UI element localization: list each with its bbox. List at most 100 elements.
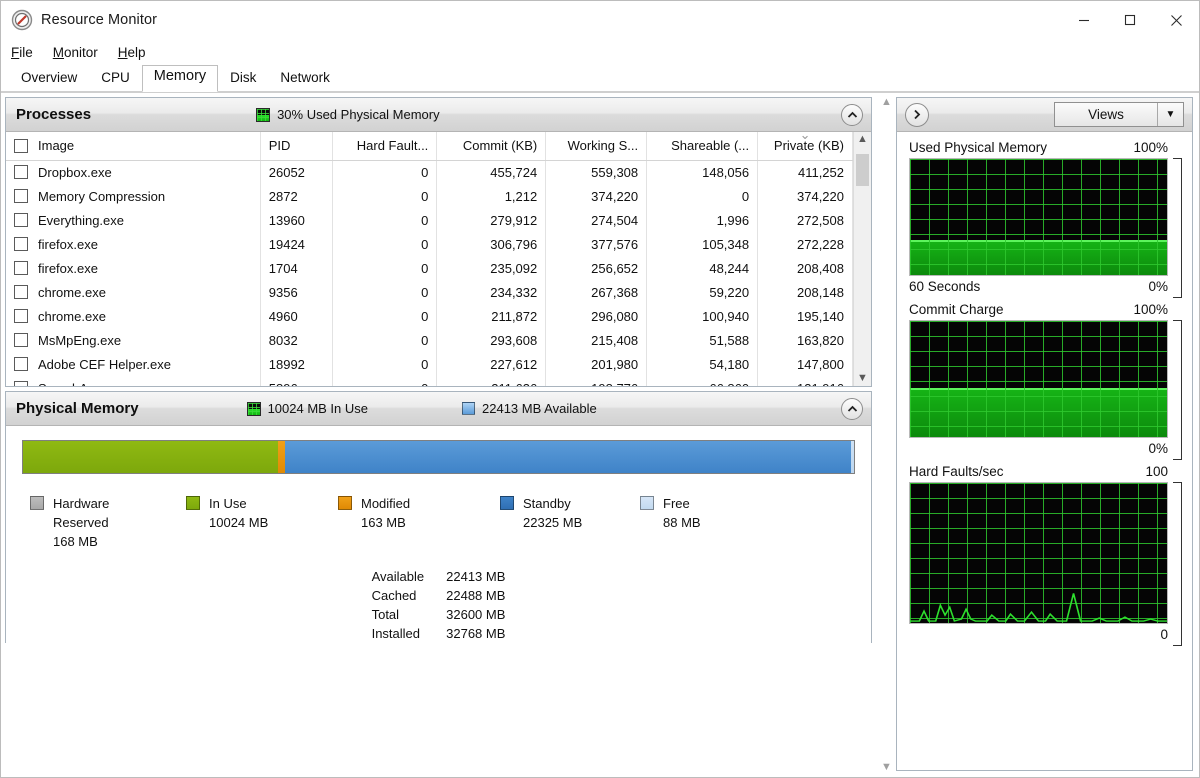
close-button[interactable]	[1153, 1, 1199, 39]
summary-row: Available 22413 MB	[372, 567, 506, 586]
processes-panel-header[interactable]: Processes 30% Used Physical Memory	[6, 98, 871, 132]
cell-hard-faults: 0	[332, 376, 438, 386]
graph-min-hard-faults: 0	[1160, 627, 1168, 642]
legend-label-hardware-line2: Reserved	[53, 515, 109, 530]
chevron-down-icon[interactable]: ▼	[857, 373, 868, 384]
available-stat: 22413 MB Available	[462, 401, 597, 416]
standby-swatch-icon	[500, 496, 514, 510]
cell-commit: 211,636	[436, 376, 547, 386]
column-label-image: Image	[38, 138, 75, 154]
table-row[interactable]: Dropbox.exe 26052 0 455,724 559,308 148,056 41…	[6, 160, 853, 184]
process-name: Adobe CEF Helper.exe	[38, 356, 171, 372]
graph-max-hard-faults: 100	[1145, 464, 1168, 479]
table-row[interactable]: firefox.exe 19424 0 306,796 377,576 105,348 27…	[6, 232, 853, 256]
chevron-up-icon[interactable]: ▲	[857, 134, 868, 145]
cell-commit: 234,332	[436, 280, 547, 304]
chevron-up-icon[interactable]	[841, 103, 863, 126]
cell-image: chrome.exe	[6, 304, 261, 328]
column-header-commit[interactable]: Commit (KB)	[436, 132, 547, 161]
minimize-button[interactable]	[1061, 1, 1107, 39]
process-name: Everything.exe	[38, 212, 124, 228]
legend-label-hardware-line1: Hardware	[53, 496, 110, 511]
column-header-image[interactable]: Image	[6, 132, 261, 161]
tab-network[interactable]: Network	[268, 65, 342, 92]
menu-bar: File Monitor Help	[1, 39, 1199, 65]
table-row[interactable]: firefox.exe 1704 0 235,092 256,652 48,244 208,…	[6, 256, 853, 280]
summary-key: Installed	[371, 626, 421, 641]
select-all-checkbox[interactable]	[14, 138, 28, 153]
chevron-down-icon[interactable]: ▼	[881, 762, 892, 773]
menu-help[interactable]: Help	[118, 45, 146, 60]
cell-hard-faults: 0	[332, 304, 438, 328]
cell-commit: 211,872	[436, 304, 547, 328]
summary-key: Cached	[371, 588, 417, 603]
tab-overview[interactable]: Overview	[9, 65, 89, 92]
graph-max-used-physical-memory: 100%	[1133, 140, 1168, 155]
row-checkbox[interactable]	[14, 189, 28, 203]
table-row[interactable]: Everything.exe 13960 0 279,912 274,504 1,996 2…	[6, 208, 853, 232]
row-checkbox[interactable]	[14, 333, 28, 347]
cell-commit: 227,612	[436, 352, 547, 376]
cell-hard-faults: 0	[332, 280, 438, 304]
chevron-up-icon[interactable]	[841, 397, 863, 420]
processes-table: Image PID Hard Fault... Commit (KB) Work…	[6, 132, 853, 386]
table-row[interactable]: chrome.exe 4960 0 211,872 296,080 100,940 195,…	[6, 304, 853, 328]
window-controls	[1061, 1, 1199, 39]
memory-segment-standby	[284, 441, 852, 473]
cell-pid: 8032	[260, 328, 334, 352]
cell-pid: 19424	[260, 232, 334, 256]
cell-shareable: 51,588	[646, 328, 759, 352]
chevron-right-icon[interactable]	[905, 102, 929, 127]
menu-file[interactable]: File	[11, 45, 33, 60]
cell-private: 195,140	[757, 304, 853, 328]
cell-commit: 235,092	[436, 256, 547, 280]
menu-monitor[interactable]: Monitor	[53, 45, 98, 60]
cell-private: 208,408	[757, 256, 853, 280]
tab-disk[interactable]: Disk	[218, 65, 268, 92]
table-row[interactable]: chrome.exe 9356 0 234,332 267,368 59,220 208,1…	[6, 280, 853, 304]
column-header-private[interactable]: Private (KB)	[757, 132, 853, 161]
chevron-down-icon[interactable]: ▼	[1157, 103, 1183, 126]
table-row[interactable]: Memory Compression 2872 0 1,212 374,220 0 374,…	[6, 184, 853, 208]
graph-title-hard-faults: Hard Faults/sec	[909, 464, 1004, 479]
row-checkbox[interactable]	[14, 309, 28, 323]
table-row[interactable]: Adobe CEF Helper.exe 18992 0 227,612 201,980…	[6, 352, 853, 376]
column-header-working-set[interactable]: Working S...	[545, 132, 648, 161]
column-header-pid[interactable]: PID	[260, 132, 334, 161]
tab-cpu[interactable]: CPU	[89, 65, 142, 92]
views-button[interactable]: Views ▼	[1054, 102, 1184, 127]
table-row[interactable]: SearchApp.exe 58960211,636198,77666,86013…	[6, 376, 853, 386]
legend-label-free: Free	[663, 496, 690, 511]
table-row[interactable]: MsMpEng.exe 8032 0 293,608 215,408 51,588 163,…	[6, 328, 853, 352]
page-scrollbar[interactable]: ▲ ▼	[876, 93, 896, 777]
row-checkbox[interactable]	[14, 381, 28, 386]
column-header-shareable[interactable]: Shareable (...	[646, 132, 759, 161]
title-bar: Resource Monitor	[1, 1, 1199, 39]
process-name: firefox.exe	[38, 260, 98, 276]
column-header-hard-faults[interactable]: Hard Fault...	[332, 132, 438, 161]
row-checkbox[interactable]	[14, 213, 28, 227]
processes-scrollbar[interactable]: ▲ ▼	[853, 132, 871, 386]
physical-memory-panel-header[interactable]: Physical Memory 10024 MB In Use 22413 MB…	[6, 392, 871, 426]
memory-summary: Available 22413 MB Cached 22488 MB Total 3260…	[20, 567, 857, 643]
tab-memory[interactable]: Memory	[141, 65, 219, 92]
row-checkbox[interactable]	[14, 237, 28, 251]
maximize-button[interactable]	[1107, 1, 1153, 39]
cell-pid: 9356	[260, 280, 334, 304]
cell-commit: 306,796	[436, 232, 547, 256]
row-checkbox[interactable]	[14, 285, 28, 299]
chevron-up-icon[interactable]: ▲	[881, 97, 892, 108]
scrollbar-thumb[interactable]	[856, 154, 869, 186]
cell-image: firefox.exe	[6, 232, 261, 256]
sidebar-panel: Views ▼ Used Physical Memory 100% 60 Sec…	[896, 97, 1193, 771]
row-checkbox[interactable]	[14, 357, 28, 371]
cell-private: 411,252	[757, 160, 853, 184]
row-checkbox[interactable]	[14, 261, 28, 275]
in-use-swatch-icon	[186, 496, 200, 510]
cell-shareable: 48,244	[646, 256, 759, 280]
row-checkbox[interactable]	[14, 165, 28, 180]
cell-shareable: 66,860	[646, 376, 759, 386]
summary-value: 22488 MB	[446, 588, 506, 603]
left-pane: Processes 30% Used Physical Memory Image…	[1, 93, 876, 777]
process-name: Memory Compression	[38, 188, 166, 204]
